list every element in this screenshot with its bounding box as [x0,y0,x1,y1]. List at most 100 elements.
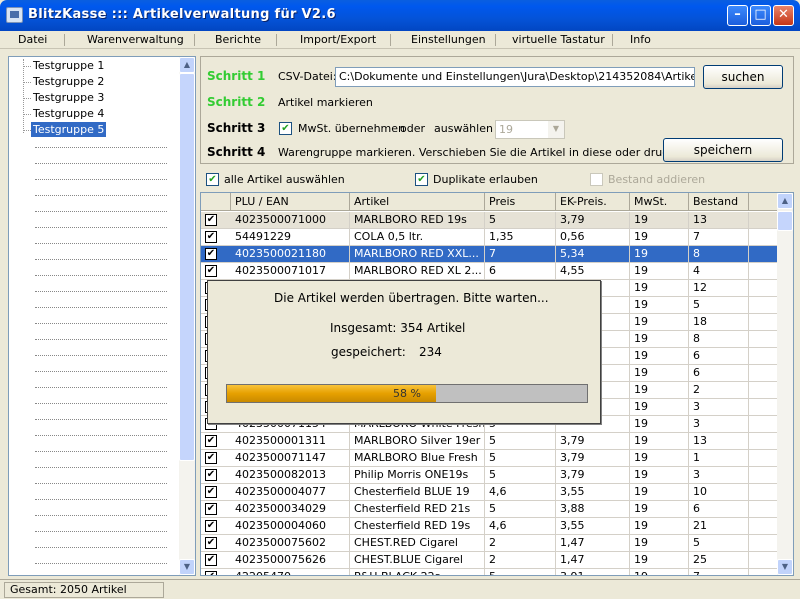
search-button[interactable]: suchen [703,65,783,89]
cell-mwst: 19 [630,416,689,432]
table-row[interactable]: ✔ 4023500071147 MARLBORO Blue Fresh 5 3,79 19… [201,450,779,467]
table-row[interactable]: ✔ 4023500075602 CHEST.RED Cigarel 2 1,47 19 5 [201,535,779,552]
row-checkbox[interactable]: ✔ [205,537,217,549]
row-checkbox[interactable]: ✔ [205,554,217,566]
cell-stock: 5 [689,297,749,313]
cell-ek-price: 1,47 [556,552,630,568]
tree-item-testgruppe-5[interactable]: Testgruppe 5 [31,122,107,137]
table-row[interactable]: ✔ 4023500071000 MARLBORO RED 19s 5 3,79 19 13 [201,212,779,229]
table-row[interactable]: ✔ 4023500075626 CHEST.BLUE Cigarel 2 1,47 19 2… [201,552,779,569]
cell-price: 2 [485,535,556,551]
group-tree[interactable]: Testgruppe 1 Testgruppe 2 Testgruppe 3 T… [8,56,196,576]
cell-stock: 8 [689,331,749,347]
menu-virtuelle-tastatur[interactable]: virtuelle Tastatur [512,33,605,46]
menu-warenverwaltung[interactable]: Warenverwaltung [87,33,184,46]
table-row[interactable]: ✔ 4023500082013 Philip Morris ONE19s 5 3,79 1… [201,467,779,484]
cell-ek-price: 3,79 [556,467,630,483]
tree-scrollbar[interactable]: ▲ ▼ [179,57,195,575]
total-articles-label: Insgesamt: 354 Artikel [330,321,466,335]
row-checkbox[interactable]: ✔ [205,520,217,532]
col-mwst[interactable]: MwSt. [630,193,689,211]
cell-stock: 7 [689,569,749,575]
cell-article: CHEST.RED Cigarel [350,535,485,551]
step-2-label: Schritt 2 [207,95,266,109]
cell-plu: 4023500004060 [231,518,350,534]
col-article[interactable]: Artikel [350,193,485,211]
table-row[interactable]: ✔ 4023500001311 MARLBORO Silver 19er 5 3,79 1… [201,433,779,450]
col-plu[interactable]: PLU / EAN [231,193,350,211]
tree-item-testgruppe-4[interactable]: Testgruppe 4 [31,106,106,121]
cell-article: MARLBORO RED XL 2... [350,263,485,279]
row-checkbox[interactable]: ✔ [205,503,217,515]
scroll-up-icon[interactable]: ▲ [179,57,195,73]
col-ek-price[interactable]: EK-Preis. [556,193,630,211]
row-checkbox[interactable]: ✔ [205,214,217,226]
row-checkbox[interactable]: ✔ [205,571,217,575]
row-checkbox[interactable]: ✔ [205,435,217,447]
tree-placeholder-line [35,451,167,452]
tree-placeholder-line [35,243,167,244]
grid-scroll-thumb[interactable] [777,211,793,231]
row-checkbox[interactable]: ✔ [205,469,217,481]
grid-scrollbar[interactable]: ▲ ▼ [777,193,793,575]
step-4-label: Schritt 4 [207,145,266,159]
cell-stock: 8 [689,246,749,262]
close-button[interactable]: ✕ [773,5,794,26]
cell-mwst: 19 [630,348,689,364]
col-check[interactable] [201,193,231,211]
cell-ek-price: 3,79 [556,433,630,449]
allow-duplicates-checkbox[interactable]: ✔ [415,173,428,186]
minimize-button[interactable]: – [727,5,748,26]
menu-bar: Datei Warenverwaltung Berichte Import/Ex… [0,31,800,49]
cell-stock: 4 [689,263,749,279]
row-checkbox[interactable]: ✔ [205,248,217,260]
tree-placeholder-line [35,563,167,564]
scroll-down-icon[interactable]: ▼ [179,559,195,575]
grid-scroll-up-icon[interactable]: ▲ [777,193,793,209]
scroll-thumb[interactable] [179,73,195,461]
row-checkbox[interactable]: ✔ [205,265,217,277]
row-checkbox[interactable]: ✔ [205,452,217,464]
table-row[interactable]: ✔ 4023500004060 Chesterfield RED 19s 4,6 3,5… [201,518,779,535]
step-3-label: Schritt 3 [207,121,266,135]
tree-item-testgruppe-1[interactable]: Testgruppe 1 [31,58,106,73]
col-stock[interactable]: Bestand [689,193,749,211]
mwst-checkbox[interactable]: ✔ [279,122,292,135]
table-row[interactable]: ✔ 54491229 COLA 0,5 ltr. 1,35 0,56 19 7 [201,229,779,246]
row-checkbox[interactable]: ✔ [205,486,217,498]
menu-einstellungen[interactable]: Einstellungen [411,33,486,46]
mark-articles-text: Artikel markieren [278,96,373,109]
table-row[interactable]: ✔ 4023500034029 Chesterfield RED 21s 5 3,88 1… [201,501,779,518]
csv-path-input[interactable]: C:\Dokumente und Einstellungen\Jura\Desk… [335,67,695,87]
cell-stock: 6 [689,501,749,517]
save-button[interactable]: speichern [663,138,783,162]
tree-item-testgruppe-3[interactable]: Testgruppe 3 [31,90,106,105]
status-bar: Gesamt: 2050 Artikel [0,579,800,599]
maximize-button[interactable]: □ [750,5,771,26]
cell-article: Chesterfield BLUE 19 [350,484,485,500]
mwst-select[interactable]: 19 ▼ [495,120,565,139]
menu-info[interactable]: Info [630,33,651,46]
col-price[interactable]: Preis [485,193,556,211]
cell-mwst: 19 [630,501,689,517]
allow-duplicates-label: Duplikate erlauben [433,173,538,186]
table-row[interactable]: ✔ 4023500071017 MARLBORO RED XL 2... 6 4,55 1… [201,263,779,280]
add-stock-checkbox[interactable] [590,173,603,186]
menu-berichte[interactable]: Berichte [215,33,261,46]
tree-placeholder-line [35,339,167,340]
menu-import-export[interactable]: Import/Export [300,33,376,46]
cell-article: MARLBORO Silver 19er [350,433,485,449]
cell-price: 7 [485,246,556,262]
grid-scroll-down-icon[interactable]: ▼ [777,559,793,575]
cell-mwst: 19 [630,433,689,449]
table-row[interactable]: ✔ 4023500004077 Chesterfield BLUE 19 4,6 3,5… [201,484,779,501]
select-all-checkbox[interactable]: ✔ [206,173,219,186]
row-checkbox[interactable]: ✔ [205,231,217,243]
cell-article: P&H BLACK 22s [350,569,485,575]
table-row[interactable]: ✔ 42205470P&H BLACK 22s53,91197 [201,569,779,575]
chevron-down-icon[interactable]: ▼ [548,121,564,138]
table-row[interactable]: ✔ 4023500021180 MARLBORO RED XXL... 7 5,34 19… [201,246,779,263]
cell-ek-price: 0,56 [556,229,630,245]
tree-item-testgruppe-2[interactable]: Testgruppe 2 [31,74,106,89]
menu-datei[interactable]: Datei [18,33,47,46]
